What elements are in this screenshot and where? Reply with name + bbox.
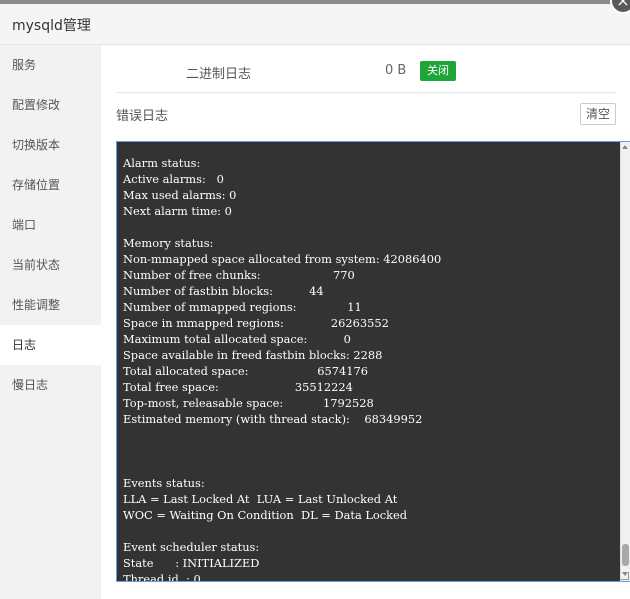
scroll-up-icon[interactable] xyxy=(622,145,628,149)
binlog-label: 二进制日志 xyxy=(186,67,252,82)
sidebar-item-performance[interactable]: 性能调整 xyxy=(0,285,101,325)
sidebar-item-status[interactable]: 当前状态 xyxy=(0,245,101,285)
sidebar-item-storage[interactable]: 存储位置 xyxy=(0,165,101,205)
sidebar-item-port[interactable]: 端口 xyxy=(0,205,101,245)
binlog-toggle-button[interactable]: 关闭 xyxy=(420,61,456,81)
window-title: mysqld管理 xyxy=(12,18,91,34)
clear-log-button[interactable]: 清空 xyxy=(580,103,616,125)
sidebar-item-slow-log[interactable]: 慢日志 xyxy=(0,365,101,405)
log-scrollbar[interactable] xyxy=(620,142,630,581)
error-log-label: 错误日志 xyxy=(116,109,169,124)
binlog-row: 二进制日志 0 B 关闭 xyxy=(116,57,616,93)
sidebar: 服务 配置修改 切换版本 存储位置 端口 当前状态 性能调整 日志 慢日志 xyxy=(0,45,101,599)
sidebar-item-service[interactable]: 服务 xyxy=(0,45,101,85)
sidebar-item-switch-version[interactable]: 切换版本 xyxy=(0,125,101,165)
binlog-size: 0 B xyxy=(385,63,407,78)
main-panel: 二进制日志 0 B 关闭 错误日志 清空 Alarm status: Activ… xyxy=(101,45,630,599)
error-log-textarea[interactable]: Alarm status: Active alarms: 0 Max used … xyxy=(116,141,630,582)
resize-grip-icon[interactable] xyxy=(621,572,629,580)
scroll-thumb[interactable] xyxy=(622,544,629,566)
error-log-content: Alarm status: Active alarms: 0 Max used … xyxy=(123,156,442,582)
window-header: mysqld管理 xyxy=(0,4,630,45)
sidebar-item-log[interactable]: 日志 xyxy=(0,325,101,365)
sidebar-item-config[interactable]: 配置修改 xyxy=(0,85,101,125)
